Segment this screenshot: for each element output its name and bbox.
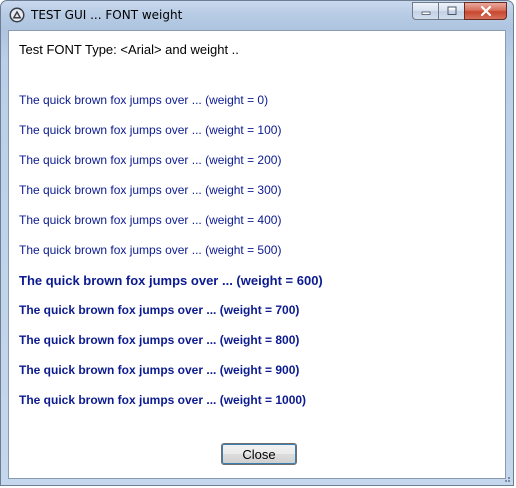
title-bar[interactable]: TEST GUI ... FONT weight xyxy=(1,1,513,31)
font-sample-line: The quick brown fox jumps over ... (weig… xyxy=(19,123,282,137)
font-sample-line: The quick brown fox jumps over ... (weig… xyxy=(19,303,300,317)
window-title: TEST GUI ... FONT weight xyxy=(31,8,183,22)
resize-grip-icon[interactable] xyxy=(501,473,511,483)
font-sample-line: The quick brown fox jumps over ... (weig… xyxy=(19,393,307,407)
client-area: Test FONT Type: <Arial> and weight .. Cl… xyxy=(8,30,506,479)
close-button[interactable]: Close xyxy=(221,443,297,465)
font-sample-line: The quick brown fox jumps over ... (weig… xyxy=(19,333,300,347)
font-sample-line: The quick brown fox jumps over ... (weig… xyxy=(19,153,282,167)
close-icon xyxy=(480,5,491,17)
font-sample-line: The quick brown fox jumps over ... (weig… xyxy=(19,183,282,197)
maximize-button[interactable] xyxy=(438,2,464,20)
caption-buttons xyxy=(412,2,507,20)
font-sample-line: The quick brown fox jumps over ... (weig… xyxy=(19,243,282,257)
font-sample-line: The quick brown fox jumps over ... (weig… xyxy=(19,363,300,377)
autoit-app-icon[interactable] xyxy=(9,7,25,23)
app-window: TEST GUI ... FONT weight Test FONT Type:… xyxy=(0,0,514,486)
minimize-icon xyxy=(421,11,430,15)
maximize-icon xyxy=(447,6,456,15)
minimize-button[interactable] xyxy=(412,2,438,20)
font-sample-line: The quick brown fox jumps over ... (weig… xyxy=(19,273,323,288)
font-sample-line: The quick brown fox jumps over ... (weig… xyxy=(19,213,282,227)
close-window-button[interactable] xyxy=(464,2,507,20)
font-sample-line: The quick brown fox jumps over ... (weig… xyxy=(19,93,269,107)
font-heading: Test FONT Type: <Arial> and weight .. xyxy=(19,42,239,57)
